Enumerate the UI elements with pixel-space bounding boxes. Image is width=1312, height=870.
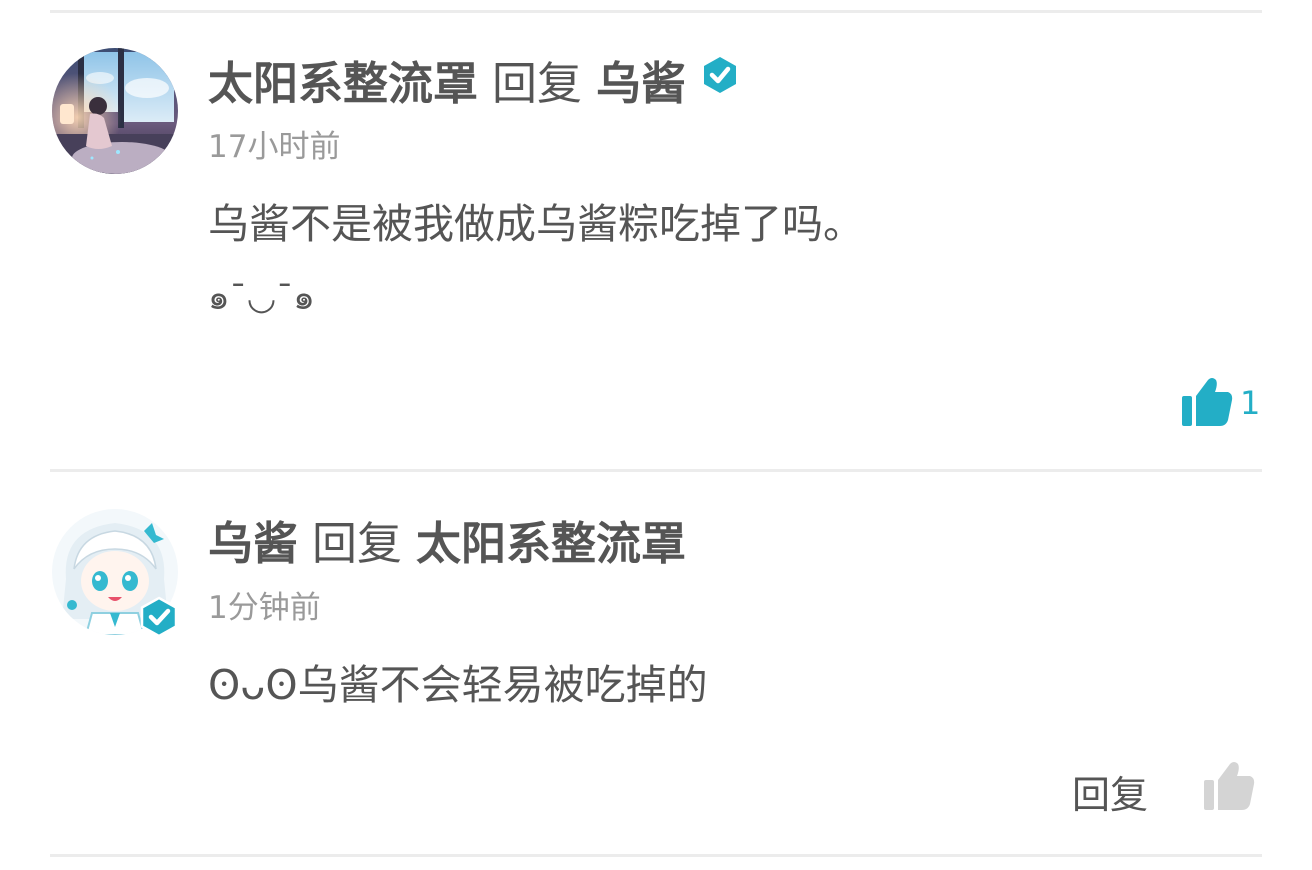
reply-label: 回复 (492, 56, 583, 110)
reply-button[interactable]: 回复 (1072, 764, 1148, 819)
author-name[interactable]: 乌酱 (208, 507, 298, 572)
thumbs-up-icon (1202, 758, 1256, 816)
comment-emoticon: ๑¯◡¯๑ (208, 278, 315, 318)
comment-text: ʘᴗʘ乌酱不会轻易被吃掉的 (208, 661, 708, 709)
author-name[interactable]: 太阳系整流罩 (208, 47, 478, 112)
bottom-divider (50, 854, 1262, 857)
comment-header: 太阳系整流罩 回复 乌酱 (208, 47, 740, 112)
reply-label: 回复 (312, 516, 403, 570)
like-button[interactable]: 1 (1180, 374, 1260, 432)
like-button[interactable] (1202, 758, 1256, 816)
comment-timestamp: 1分钟前 (208, 590, 321, 626)
comment-header: 乌酱 回复 太阳系整流罩 (208, 507, 686, 572)
comment-thread: 太阳系整流罩 回复 乌酱 17小时前 乌酱不是被我做成乌酱粽吃掉了吗。 ๑¯◡¯… (0, 0, 1312, 870)
verified-badge-icon (700, 53, 740, 106)
comment-divider (50, 469, 1262, 472)
verified-badge-icon (138, 596, 180, 642)
reply-target-name[interactable]: 乌酱 (596, 47, 686, 112)
like-count: 1 (1240, 384, 1261, 422)
thumbs-up-icon (1180, 374, 1234, 432)
comment-timestamp: 17小时前 (208, 129, 341, 165)
reply-target-name[interactable]: 太阳系整流罩 (416, 507, 686, 572)
comment-text: 乌酱不是被我做成乌酱粽吃掉了吗。 (208, 200, 864, 248)
avatar[interactable] (52, 48, 178, 174)
top-divider (50, 10, 1262, 13)
